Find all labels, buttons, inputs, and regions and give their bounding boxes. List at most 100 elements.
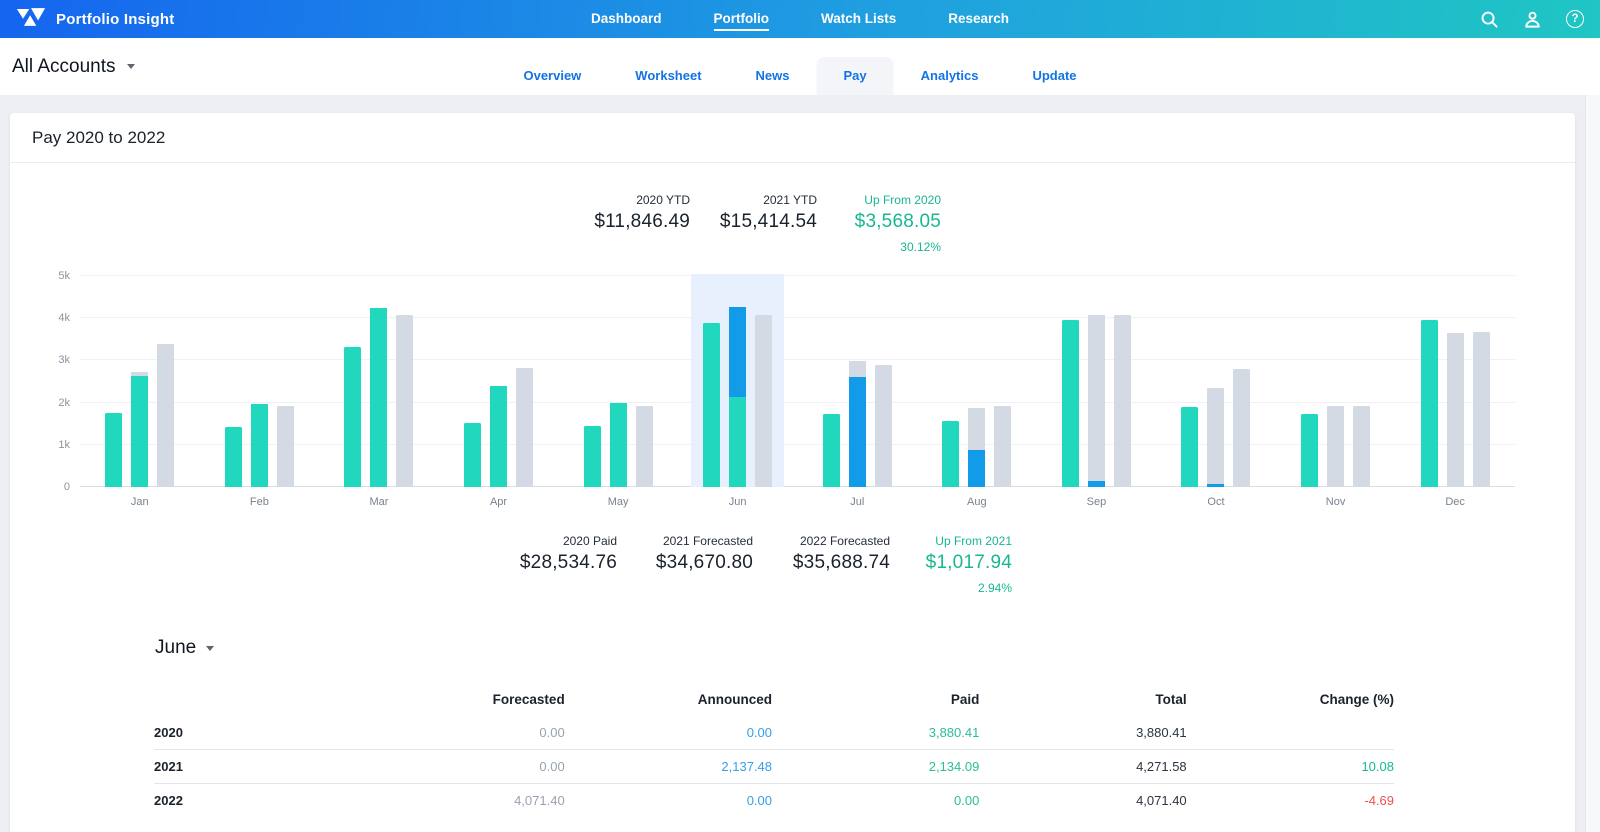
bar-2022-forecasted[interactable] (1353, 406, 1370, 487)
chart-group-sep[interactable] (1037, 276, 1157, 487)
chart-group-apr[interactable] (439, 276, 559, 487)
bar-2020-paid[interactable] (942, 421, 959, 487)
primary-nav: Dashboard Portfolio Watch Lists Research (591, 8, 1009, 31)
segment-2021-announced (1088, 481, 1105, 487)
bar-2020-paid[interactable] (823, 414, 840, 487)
table-row-2020: 20200.000.003,880.413,880.41 (154, 715, 1394, 749)
bar-2022-forecasted[interactable] (1233, 369, 1250, 487)
nav-dashboard[interactable]: Dashboard (591, 8, 662, 31)
chart-group-feb[interactable] (200, 276, 320, 487)
bar-2021-stack[interactable] (610, 276, 627, 487)
bar-2022-forecasted[interactable] (636, 406, 653, 487)
y-axis-tick-2k: 2k (34, 397, 70, 409)
x-axis-label-nov: Nov (1276, 496, 1396, 508)
y-axis-tick-0: 0 (34, 481, 70, 493)
bar-2020-paid[interactable] (1421, 320, 1438, 487)
bar-2021-stack[interactable] (1207, 276, 1224, 487)
stat-percent (560, 240, 690, 254)
tab-analytics[interactable]: Analytics (894, 57, 1006, 95)
page-title: Pay 2020 to 2022 (10, 113, 1575, 163)
bar-2021-stack[interactable] (968, 276, 985, 487)
bar-2021-stack[interactable] (370, 276, 387, 487)
bar-2022-forecasted[interactable] (1114, 315, 1131, 487)
bar-2022-forecasted[interactable] (755, 315, 772, 487)
page-scrollbar[interactable] (1585, 38, 1600, 832)
segment-2021-announced (1207, 484, 1224, 487)
chevron-down-icon (206, 646, 214, 651)
chart-group-oct[interactable] (1156, 276, 1276, 487)
table-header-total: Total (979, 692, 1186, 707)
bar-2020-paid[interactable] (703, 323, 720, 487)
bar-2020-paid[interactable] (584, 426, 601, 487)
bar-2021-stack[interactable] (729, 276, 746, 487)
cell-paid: 2,134.09 (772, 759, 979, 774)
bar-2020-paid[interactable] (105, 413, 122, 487)
bar-2020-paid[interactable] (225, 427, 242, 487)
tab-worksheet[interactable]: Worksheet (608, 57, 728, 95)
stat-value: $1,017.94 (890, 552, 1012, 574)
search-icon[interactable] (1480, 10, 1499, 29)
top-nav-bar: Portfolio Insight Dashboard Portfolio Wa… (0, 0, 1600, 38)
bar-2022-forecasted[interactable] (1473, 332, 1490, 487)
segment-2021-forecasted (968, 408, 985, 450)
chart-group-mar[interactable] (319, 276, 439, 487)
stat-2021-forecasted: 2021 Forecasted $34,670.80 (617, 534, 753, 595)
bar-2022-forecasted[interactable] (994, 406, 1011, 487)
chart-group-aug[interactable] (917, 276, 1037, 487)
account-icon[interactable] (1523, 10, 1542, 29)
stat-up-from-2020: Up From 2020 $3,568.05 30.12% (817, 193, 941, 254)
bar-2022-forecasted[interactable] (875, 365, 892, 487)
nav-research[interactable]: Research (948, 8, 1009, 31)
bar-2022-forecasted[interactable] (516, 368, 533, 487)
tab-update[interactable]: Update (1005, 57, 1103, 95)
bar-2020-paid[interactable] (464, 423, 481, 487)
bar-2021-stack[interactable] (490, 276, 507, 487)
tab-news[interactable]: News (729, 57, 817, 95)
chart-group-nov[interactable] (1276, 276, 1396, 487)
chart-group-jul[interactable] (797, 276, 917, 487)
account-selector-dropdown[interactable]: All Accounts (12, 56, 135, 78)
pay-card: Pay 2020 to 2022 2020 YTD $11,846.49 202… (10, 113, 1575, 832)
stat-label: Up From 2020 (817, 193, 941, 207)
stat-2021-ytd: 2021 YTD $15,414.54 (690, 193, 817, 254)
chart-group-dec[interactable] (1395, 276, 1515, 487)
bar-2021-stack[interactable] (251, 276, 268, 487)
nav-watch-lists[interactable]: Watch Lists (821, 8, 896, 31)
month-selector-dropdown[interactable]: June (155, 637, 1575, 659)
x-axis-label-jun: Jun (678, 496, 798, 508)
bar-2021-stack[interactable] (1088, 276, 1105, 487)
cell-forecasted: 4,071.40 (253, 793, 564, 808)
pay-table: Forecasted Announced Paid Total Change (… (154, 683, 1394, 817)
bar-2020-paid[interactable] (344, 347, 361, 487)
segment-2021-paid (251, 404, 268, 487)
app-title: Portfolio Insight (56, 11, 174, 28)
x-axis-label-aug: Aug (917, 496, 1037, 508)
chart-group-jun[interactable] (678, 276, 798, 487)
segment-2021-announced (729, 307, 746, 397)
bar-2022-forecasted[interactable] (157, 344, 174, 487)
bar-2021-stack[interactable] (849, 276, 866, 487)
cell-change: 10.08 (1187, 759, 1394, 774)
help-icon[interactable]: ? (1566, 10, 1584, 28)
stat-label: 2022 Forecasted (753, 534, 890, 548)
stat-value: $15,414.54 (690, 211, 817, 233)
bar-2020-paid[interactable] (1062, 320, 1079, 487)
bar-2022-forecasted[interactable] (277, 406, 294, 487)
bar-2021-stack[interactable] (131, 276, 148, 487)
bar-2021-stack[interactable] (1447, 276, 1464, 487)
cell-announced: 0.00 (565, 725, 772, 740)
brand[interactable]: Portfolio Insight (16, 6, 174, 33)
tab-pay[interactable]: Pay (817, 57, 894, 95)
bar-2021-stack[interactable] (1327, 276, 1344, 487)
nav-portfolio[interactable]: Portfolio (713, 8, 769, 31)
stat-value: $35,688.74 (753, 552, 890, 574)
stat-label: Up From 2021 (890, 534, 1012, 548)
chart-group-may[interactable] (558, 276, 678, 487)
tab-overview[interactable]: Overview (496, 57, 608, 95)
bar-2020-paid[interactable] (1181, 407, 1198, 487)
bar-2020-paid[interactable] (1301, 414, 1318, 487)
app-logo-icon (16, 6, 46, 33)
bar-2022-forecasted[interactable] (396, 315, 413, 487)
y-axis-tick-5k: 5k (34, 270, 70, 282)
chart-group-jan[interactable] (80, 276, 200, 487)
